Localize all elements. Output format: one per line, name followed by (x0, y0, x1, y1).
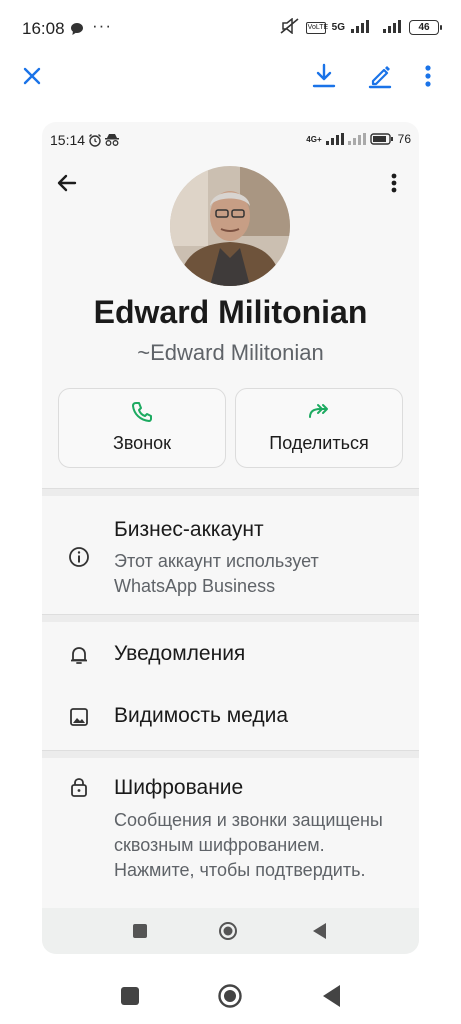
edit-button[interactable] (364, 60, 396, 92)
navigation-bar (0, 968, 461, 1024)
recents-icon[interactable] (120, 986, 140, 1006)
more-vert-icon (391, 173, 397, 193)
inner-signal-icon (325, 133, 344, 145)
share-button[interactable]: Поделиться (235, 388, 403, 468)
inner-navigation-bar (42, 908, 419, 954)
volte-icon: VoLTE (305, 21, 328, 34)
chat-bubble-icon (70, 22, 84, 41)
back-nav-icon[interactable] (322, 984, 342, 1008)
share-label: Поделиться (269, 433, 369, 453)
more-vert-icon (425, 65, 431, 87)
contact-subname: ~Edward Militonian (137, 340, 324, 365)
screenshot-preview: 15:14 4G+ 76 Edward Militonian ~Edward M… (42, 122, 419, 954)
phone-icon (132, 402, 152, 422)
profile-avatar[interactable] (170, 166, 290, 286)
back-nav-icon[interactable] (312, 922, 328, 940)
section-divider (42, 488, 419, 496)
inner-status-time: 15:14 (50, 132, 86, 148)
lock-icon (71, 778, 87, 797)
arrow-back-icon (57, 174, 77, 192)
media-visibility-row[interactable]: Видимость медиа (42, 684, 419, 746)
notifications-label: Уведомления (114, 642, 246, 665)
network-label: 5G (331, 22, 345, 33)
inner-battery-icon (369, 133, 393, 145)
alarm-icon (88, 133, 102, 152)
section-divider (42, 750, 419, 758)
image-icon (70, 708, 88, 726)
battery-indicator: 46 (409, 20, 442, 35)
more-notifications-indicator: ··· (92, 16, 112, 35)
home-icon[interactable] (218, 921, 238, 941)
inner-network-label: 4G+ (306, 134, 322, 144)
viewer-toolbar (0, 56, 461, 96)
close-button[interactable] (16, 60, 48, 92)
business-account-section[interactable]: Бизнес-аккаунт Этот аккаунт использует W… (42, 496, 419, 614)
incognito-icon (104, 133, 120, 152)
signal-icon (351, 19, 377, 36)
notifications-row[interactable]: Уведомления (42, 622, 419, 684)
media-visibility-label: Видимость медиа (114, 704, 289, 727)
profile-photo (170, 166, 290, 286)
status-right: VoLTE 5G 46 (280, 17, 442, 37)
status-bar: 16:08 ··· VoLTE 5G 46 (0, 0, 461, 56)
mute-icon (280, 17, 300, 37)
info-icon (69, 547, 89, 567)
business-account-title: Бизнес-аккаунт (114, 518, 264, 541)
encryption-section[interactable]: Шифрование Сообщения и звонки защищены с… (42, 758, 419, 908)
inner-status-bar: 15:14 4G+ 76 (42, 122, 419, 158)
contact-name: Edward Militonian (93, 294, 368, 330)
inner-battery-level: 76 (397, 132, 411, 146)
business-account-subtitle: Этот аккаунт использует WhatsApp Busines… (114, 551, 319, 596)
encryption-title: Шифрование (114, 776, 244, 799)
back-button[interactable] (54, 170, 80, 196)
profile-menu-button[interactable] (381, 170, 407, 196)
share-arrow-icon (309, 404, 328, 418)
download-button[interactable] (308, 60, 340, 92)
more-options-button[interactable] (412, 60, 444, 92)
signal-2-icon (383, 19, 403, 36)
section-divider (42, 614, 419, 622)
close-icon (23, 67, 41, 85)
call-label: Звонок (112, 433, 172, 453)
inner-status-right: 4G+ 76 (306, 132, 411, 146)
call-button[interactable]: Звонок (58, 388, 226, 468)
inner-signal-2-icon (347, 133, 366, 145)
edit-icon (368, 66, 392, 89)
download-icon (312, 63, 336, 88)
bell-icon (71, 647, 87, 664)
home-icon[interactable] (217, 983, 243, 1009)
status-time: 16:08 (22, 19, 65, 38)
encryption-subtitle: Сообщения и звонки защищены сквозным шиф… (114, 810, 383, 880)
recents-icon[interactable] (132, 923, 148, 939)
